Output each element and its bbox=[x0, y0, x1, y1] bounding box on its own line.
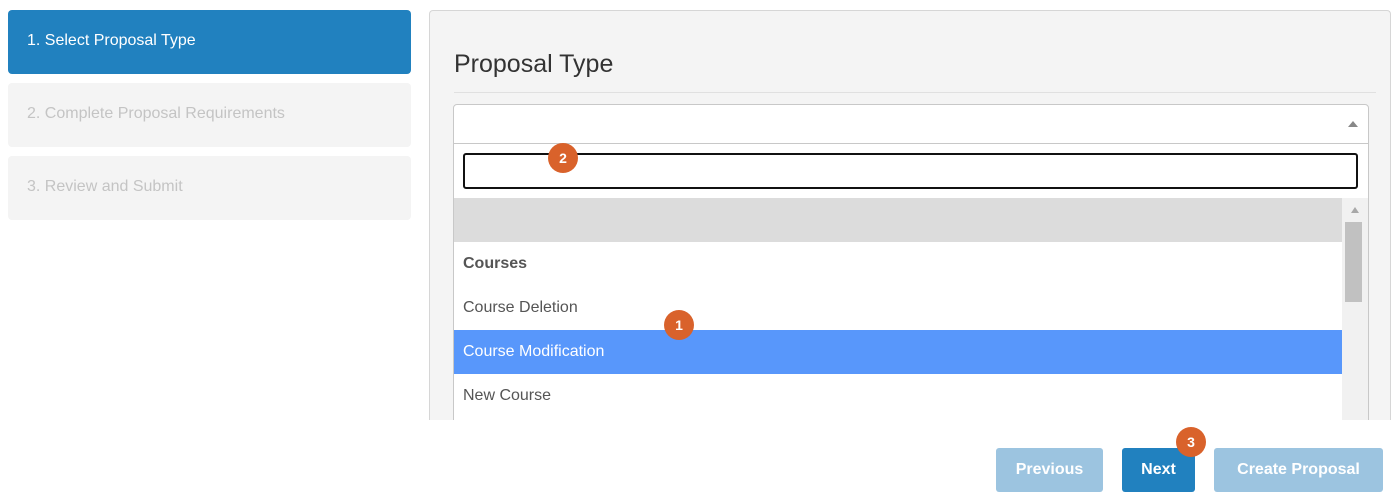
option-course-deletion[interactable]: Course Deletion bbox=[454, 286, 1342, 330]
annotation-marker-2: 2 bbox=[548, 143, 578, 173]
scroll-up-arrow-icon[interactable] bbox=[1351, 207, 1359, 213]
step-label: 3. Review and Submit bbox=[27, 178, 183, 195]
scroll-thumb[interactable] bbox=[1345, 222, 1362, 302]
annotation-marker-3: 3 bbox=[1176, 427, 1206, 457]
annotation-marker-1: 1 bbox=[664, 310, 694, 340]
option-course-modification[interactable]: Course Modification bbox=[454, 330, 1342, 374]
create-proposal-button[interactable]: Create Proposal bbox=[1214, 448, 1383, 492]
dropdown-search-input[interactable] bbox=[463, 153, 1358, 189]
wizard-steps: 1. Select Proposal Type 2. Complete Prop… bbox=[8, 10, 411, 229]
option-list: Courses Course Deletion Course Modificat… bbox=[454, 198, 1342, 418]
caret-up-icon[interactable] bbox=[1348, 121, 1358, 127]
proposal-type-select[interactable] bbox=[453, 104, 1369, 144]
select-dropdown: Courses Course Deletion Course Modificat… bbox=[453, 144, 1369, 420]
dropdown-scrollbar[interactable] bbox=[1342, 198, 1368, 420]
step-label: 1. Select Proposal Type bbox=[27, 32, 196, 49]
panel-title: Proposal Type bbox=[454, 50, 614, 78]
option-group-courses: Courses bbox=[463, 255, 528, 272]
step-label: 2. Complete Proposal Requirements bbox=[27, 105, 285, 122]
proposal-type-panel: Proposal Type Courses Course Deletion Co… bbox=[429, 10, 1391, 420]
step-select-proposal-type[interactable]: 1. Select Proposal Type bbox=[8, 10, 411, 74]
step-complete-requirements[interactable]: 2. Complete Proposal Requirements bbox=[8, 83, 411, 147]
option-empty[interactable] bbox=[454, 198, 1342, 242]
previous-button[interactable]: Previous bbox=[996, 448, 1103, 492]
step-review-submit[interactable]: 3. Review and Submit bbox=[8, 156, 411, 220]
title-divider bbox=[454, 92, 1376, 93]
option-new-course[interactable]: New Course bbox=[454, 374, 1342, 418]
